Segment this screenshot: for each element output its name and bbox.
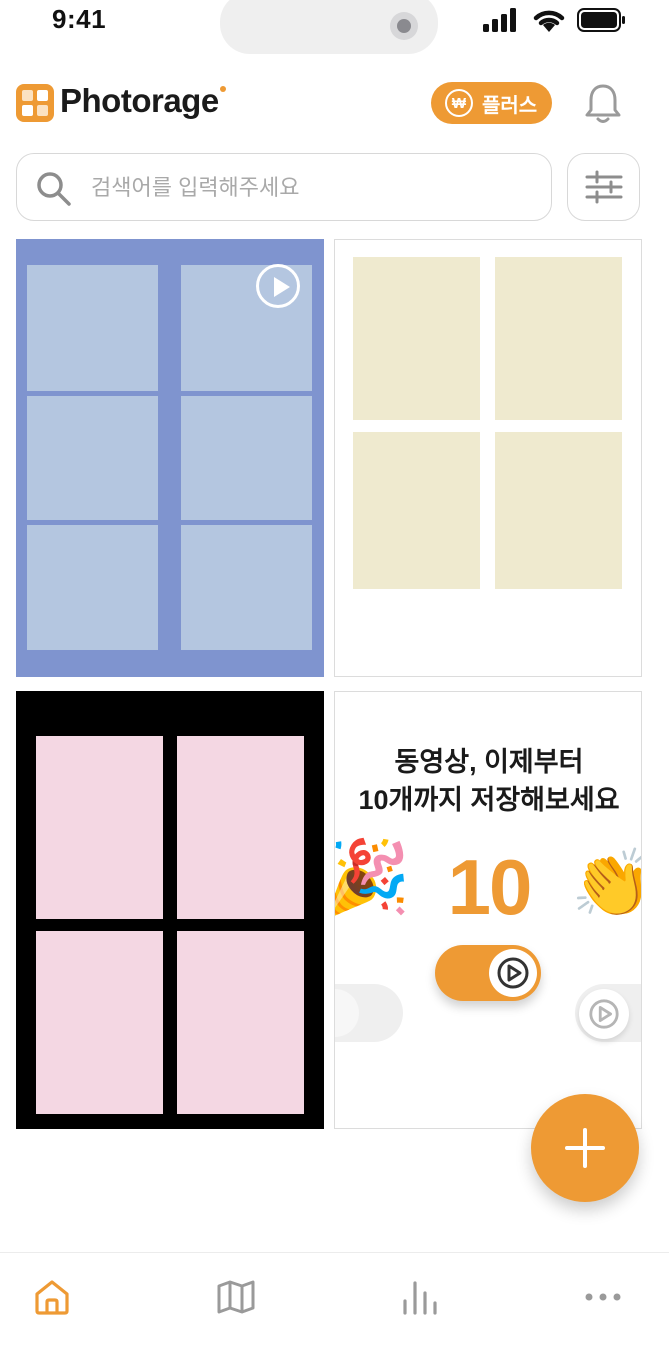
wifi-icon [533,10,565,32]
plus-icon [565,1128,605,1168]
photo-thumbnail [353,432,480,589]
more-dots-icon [585,1293,621,1301]
photo-thumbnail [495,257,622,420]
bottom-tab-bar [0,1252,669,1365]
brand-dot [220,86,226,92]
video-promo-card[interactable]: 동영상, 이제부터 10개까지 저장해보세요 🎉 10 👏 [334,691,642,1129]
play-circle-icon [497,957,529,989]
party-popper-icon: 🎉 [335,842,411,914]
photo-thumbnail [36,736,163,919]
photo-thumbnail [181,396,312,520]
status-bar: 9:41 [0,0,669,54]
home-icon [35,1280,69,1315]
dynamic-island [220,0,438,54]
tab-more[interactable] [573,1275,633,1319]
tab-home[interactable] [22,1275,82,1319]
promo-count: 10 [447,843,533,931]
photo-thumbnail [495,432,622,589]
photo-thumbnail [27,525,158,650]
stats-bars-icon [403,1281,437,1315]
promo-title-line2: 10개까지 저장해보세요 [358,785,620,815]
tab-map[interactable] [206,1275,266,1319]
status-time: 9:41 [52,4,107,34]
clapping-hands-icon: 👏 [571,850,641,916]
photo-card-beige-grid[interactable] [334,239,642,677]
search-input[interactable] [91,168,531,208]
photo-thumbnail [177,931,304,1114]
promo-title-line1: 동영상, 이제부터 [394,747,584,777]
search-bar[interactable] [16,153,552,221]
app-brand-name: Photorage [60,82,219,119]
map-icon [217,1280,255,1314]
photo-thumbnail [36,931,163,1114]
play-circle-icon [589,999,619,1029]
video-toggle-on [435,945,541,1001]
bell-icon[interactable] [584,82,622,126]
video-toggle-off-left [335,984,403,1042]
add-photo-button[interactable] [531,1094,639,1202]
plus-button-label: 플러스 [482,94,538,117]
photo-thumbnail [177,736,304,919]
search-icon [37,172,71,206]
video-play-icon[interactable] [256,264,300,308]
photo-card-pink-grid[interactable] [16,691,324,1129]
cellular-signal-icon [483,8,516,32]
photo-thumbnail [27,396,158,520]
won-coin-icon: ₩ [445,89,473,117]
filter-button[interactable] [567,153,640,221]
plus-subscription-button[interactable]: ₩ 플러스 [431,82,552,124]
battery-icon [577,8,625,32]
photo-thumbnail [353,257,480,420]
photorage-logo-icon [16,84,54,122]
tab-stats[interactable] [390,1275,450,1319]
photo-thumbnail [27,265,158,391]
photo-thumbnail [181,525,312,650]
filter-sliders-icon [585,170,622,204]
video-toggle-off-right [575,984,641,1042]
